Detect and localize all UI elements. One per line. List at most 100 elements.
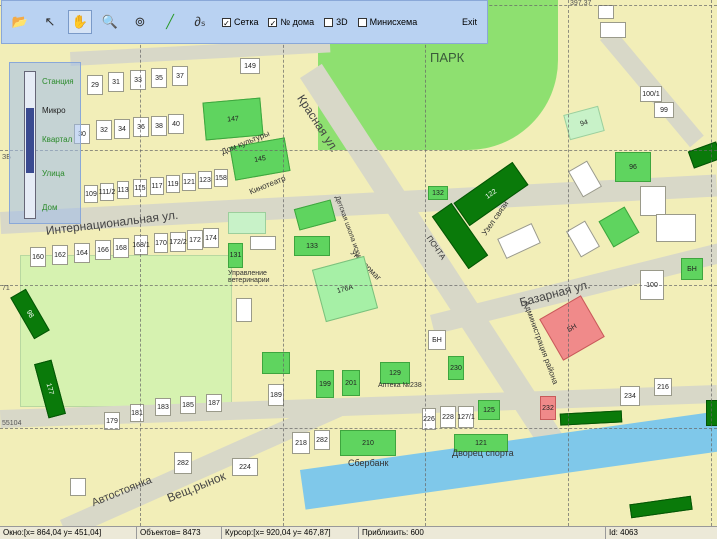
building[interactable]: 149 [240, 58, 260, 74]
building[interactable]: 164 [74, 243, 90, 263]
building[interactable]: 162 [52, 245, 68, 265]
building[interactable]: 34 [114, 119, 130, 139]
building[interactable]: 113 [117, 181, 129, 199]
pan-hand-icon[interactable]: ✋ [68, 10, 92, 34]
building-light[interactable] [228, 212, 266, 234]
building[interactable]: 100/1 [640, 86, 662, 102]
building-dark[interactable] [559, 410, 623, 426]
building-dark[interactable] [687, 141, 717, 169]
building[interactable] [497, 223, 541, 259]
building-green[interactable]: 133 [294, 236, 330, 256]
map-view[interactable]: ПАРК 29 31 33 35 37 149 30 32 34 36 38 4… [0, 0, 717, 526]
coord-label: 55104 [2, 420, 22, 427]
building[interactable]: 172 [187, 230, 203, 250]
building[interactable]: 187 [206, 394, 222, 412]
building[interactable]: 174 [203, 228, 219, 248]
building[interactable]: 29 [87, 75, 103, 95]
building[interactable]: 224 [232, 458, 258, 476]
building[interactable]: 117 [150, 177, 164, 195]
checkbox-box[interactable] [324, 17, 334, 27]
checkbox-box[interactable] [357, 17, 367, 27]
building[interactable]: 123 [198, 171, 212, 189]
building[interactable]: 40 [168, 114, 184, 134]
building[interactable]: 121 [182, 173, 196, 191]
building[interactable]: 185 [180, 396, 196, 414]
building[interactable]: 35 [151, 68, 167, 88]
building-green[interactable]: 125 [478, 400, 500, 420]
building[interactable]: 216 [654, 378, 672, 396]
building[interactable]: 31 [108, 72, 124, 92]
building[interactable]: 172/2 [169, 232, 187, 252]
building-green[interactable]: БН [681, 258, 703, 280]
building[interactable]: 189 [268, 384, 284, 406]
building[interactable]: 111/2 [99, 183, 115, 201]
building-green[interactable]: 96 [615, 152, 651, 182]
building[interactable]: 109 [84, 185, 98, 203]
building[interactable]: 127/1 [457, 406, 475, 428]
building[interactable]: 166 [95, 240, 111, 260]
building[interactable]: 158 [214, 169, 228, 187]
building[interactable] [70, 478, 86, 496]
open-folder-icon[interactable]: 📂 [8, 10, 32, 34]
building[interactable]: 168/1 [132, 235, 150, 255]
zoom-label-house[interactable]: Дом [42, 203, 57, 212]
building-dark[interactable] [629, 495, 693, 519]
building-red[interactable]: 232 [540, 396, 556, 420]
checkbox-box[interactable]: ✓ [268, 17, 278, 28]
building[interactable]: 282 [314, 430, 330, 450]
grid-checkbox[interactable]: ✓ Сетка [222, 17, 258, 28]
building[interactable] [236, 298, 252, 322]
building[interactable]: 36 [133, 117, 149, 137]
building-green[interactable] [598, 206, 640, 248]
building[interactable]: 234 [620, 386, 640, 406]
ruler-icon[interactable]: ╱ [158, 10, 182, 34]
building-green[interactable]: 201 [342, 370, 360, 396]
zoom-label-station[interactable]: Станция [42, 77, 74, 86]
building-green[interactable] [262, 352, 290, 374]
building[interactable]: 37 [172, 66, 188, 86]
zoom-label-street[interactable]: Улица [42, 169, 65, 178]
minischema-checkbox[interactable]: Минисхема [357, 17, 417, 27]
building-green[interactable]: 132 [428, 186, 448, 200]
zoom-label-micro[interactable]: Микро [42, 106, 66, 115]
building[interactable] [600, 22, 626, 38]
3d-checkbox[interactable]: 3D [324, 17, 348, 27]
building[interactable]: 170 [154, 233, 168, 253]
measure-icon[interactable]: ∂ₛ [188, 10, 212, 34]
building[interactable]: 282 [174, 452, 192, 474]
binoculars-icon[interactable]: ⊚ [128, 10, 152, 34]
zoom-slider[interactable] [24, 71, 36, 219]
building[interactable] [640, 186, 666, 216]
toolbar: 📂 ↖ ✋ 🔍 ⊚ ╱ ∂ₛ ✓ Сетка ✓ № дома 3D Минисхе… [1, 0, 488, 44]
building-green[interactable]: 131 [228, 243, 243, 268]
building[interactable] [565, 220, 601, 258]
building-green[interactable]: 230 [448, 356, 464, 380]
building[interactable] [656, 214, 696, 242]
building[interactable]: 218 [292, 432, 310, 454]
building[interactable]: 33 [130, 70, 146, 90]
building[interactable]: 32 [96, 120, 112, 140]
building-green[interactable]: 210 [340, 430, 396, 456]
building[interactable]: 99 [654, 102, 674, 118]
building-green[interactable]: 199 [316, 370, 334, 398]
building[interactable]: 168 [113, 238, 129, 258]
house-number-checkbox[interactable]: ✓ № дома [268, 17, 315, 28]
zoom-label-block[interactable]: Квартал [42, 135, 72, 144]
building[interactable]: 228 [440, 406, 456, 428]
building[interactable] [250, 236, 276, 250]
checkbox-label: № дома [280, 17, 315, 27]
building-green[interactable]: 129 [380, 362, 410, 384]
building[interactable]: 160 [30, 247, 46, 267]
exit-button[interactable]: Exit [462, 17, 477, 27]
building[interactable]: 181 [130, 404, 144, 422]
building[interactable] [598, 5, 614, 19]
zoom-icon[interactable]: 🔍 [98, 10, 122, 34]
building-light[interactable]: 94 [563, 105, 605, 141]
building[interactable]: 183 [155, 398, 171, 416]
building[interactable]: 38 [151, 116, 167, 136]
building[interactable]: 119 [166, 175, 180, 193]
label-apteka: Аптека №238 [378, 382, 422, 389]
checkbox-box[interactable]: ✓ [222, 17, 231, 28]
pointer-icon[interactable]: ↖ [38, 10, 62, 34]
building[interactable]: БН [428, 330, 446, 350]
